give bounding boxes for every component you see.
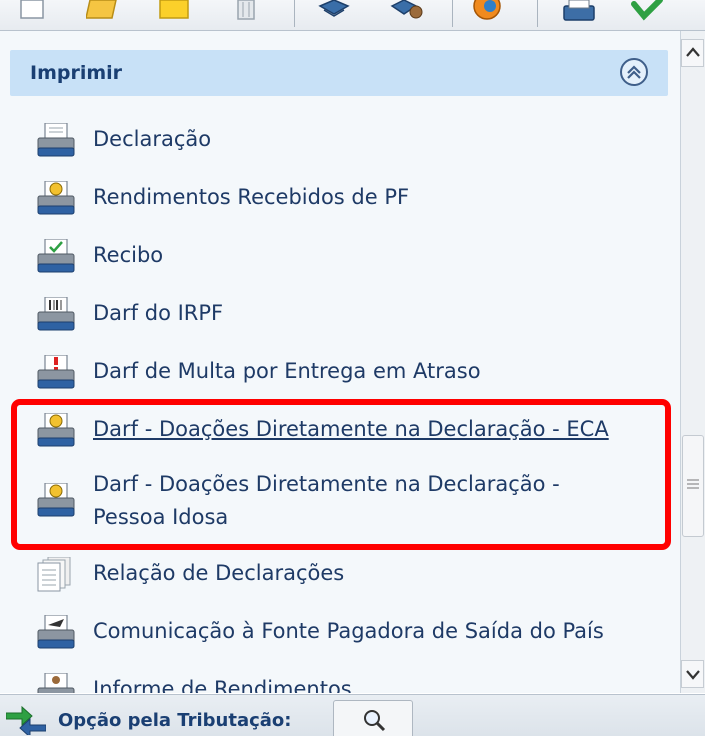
document-stack-icon (36, 556, 76, 593)
menu-item-label: Darf de Multa por Entrega em Atraso (93, 359, 481, 383)
menu-item-darf-eca[interactable]: Darf - Doações Diretamente na Declaração… (36, 412, 656, 449)
printer-barcode-icon (36, 296, 76, 333)
menu-item-darf-irpf[interactable]: Darf do IRPF (36, 296, 596, 333)
search-button[interactable] (333, 700, 413, 736)
menu-item-label: Darf - Doações Diretamente na Declaração… (93, 472, 560, 529)
magnifier-icon (361, 707, 387, 737)
menu-item-label: Relação de Declarações (93, 561, 345, 585)
double-chevron-up-icon[interactable] (620, 58, 648, 86)
scroll-thumb[interactable] (682, 435, 704, 537)
open-folder-icon[interactable] (85, 0, 120, 22)
menu-item-label: Declaração (93, 127, 212, 151)
check-icon[interactable] (630, 0, 664, 22)
opcao-tributacao-label: Opção pela Tributação: (58, 710, 292, 731)
menu-item-label: Informe de Rendimentos (93, 677, 352, 693)
printer-alert-icon (36, 354, 76, 391)
print-icon[interactable] (562, 0, 596, 22)
print-panel: Imprimir Declaração Rendimentos Recebido… (0, 31, 681, 693)
switch-arrows-icon (5, 703, 47, 739)
update-icon[interactable] (470, 0, 504, 22)
menu-item-darf-pessoa-idosa[interactable]: Darf - Doações Diretamente na Declaração… (36, 469, 656, 537)
trash-icon[interactable] (232, 0, 266, 22)
section-title: Imprimir (30, 62, 123, 84)
scroll-up-button[interactable] (681, 39, 704, 67)
menu-item-darf-multa[interactable]: Darf de Multa por Entrega em Atraso (36, 354, 596, 391)
toolbar (0, 0, 705, 31)
scroll-down-button[interactable] (681, 660, 704, 688)
printer-plane-icon (36, 614, 76, 651)
menu-item-label: Darf do IRPF (93, 301, 224, 325)
new-file-icon[interactable] (18, 0, 52, 22)
printer-money-icon (36, 180, 76, 217)
menu-item-label: Rendimentos Recebidos de PF (93, 185, 410, 209)
bottom-bar: Opção pela Tributação: (0, 694, 705, 739)
printer-doc-icon (36, 122, 76, 159)
printer-money-icon (36, 412, 76, 449)
menu-item-informe-rendimentos[interactable]: Informe de Rendimentos (36, 672, 596, 693)
menu-item-rendimentos-pf[interactable]: Rendimentos Recebidos de PF (36, 180, 596, 217)
menu-item-label: Comunicação à Fonte Pagadora de Saída do… (93, 619, 604, 643)
menu-item-recibo[interactable]: Recibo (36, 238, 596, 275)
printer-check-icon (36, 238, 76, 275)
vertical-scrollbar[interactable] (681, 31, 705, 693)
menu-item-label: Recibo (93, 243, 164, 267)
menu-item-relacao-declaracoes[interactable]: Relação de Declarações (36, 556, 596, 593)
menu-item-comunicacao-fonte[interactable]: Comunicação à Fonte Pagadora de Saída do… (36, 614, 646, 651)
transmit-icon[interactable] (318, 0, 352, 22)
printer-person-icon (36, 672, 76, 693)
section-header[interactable]: Imprimir (10, 50, 668, 96)
printer-money-icon (36, 482, 76, 519)
menu-item-label: Darf - Doações Diretamente na Declaração… (93, 417, 609, 441)
user-transmit-icon[interactable] (390, 0, 424, 22)
menu-item-declaracao[interactable]: Declaração (36, 122, 596, 159)
notes-icon[interactable] (158, 0, 192, 22)
